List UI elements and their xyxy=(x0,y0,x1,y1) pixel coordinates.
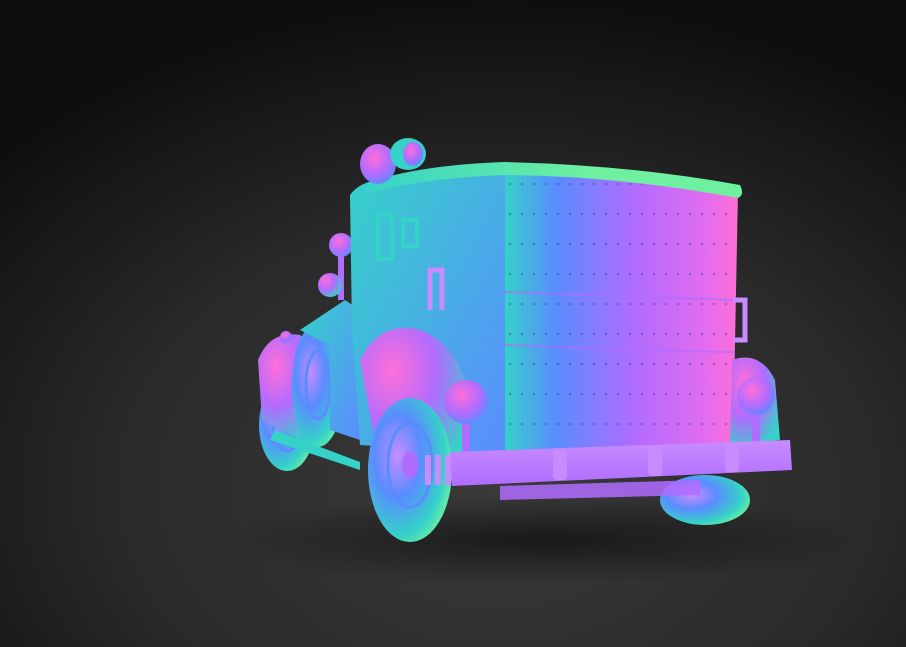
rear-spring-grille xyxy=(425,455,451,485)
ground-shadow xyxy=(210,495,870,585)
render-viewport xyxy=(0,0,906,647)
rivet-texture xyxy=(505,175,735,450)
front-marker-lamp xyxy=(280,331,292,343)
render-scene xyxy=(0,0,906,647)
